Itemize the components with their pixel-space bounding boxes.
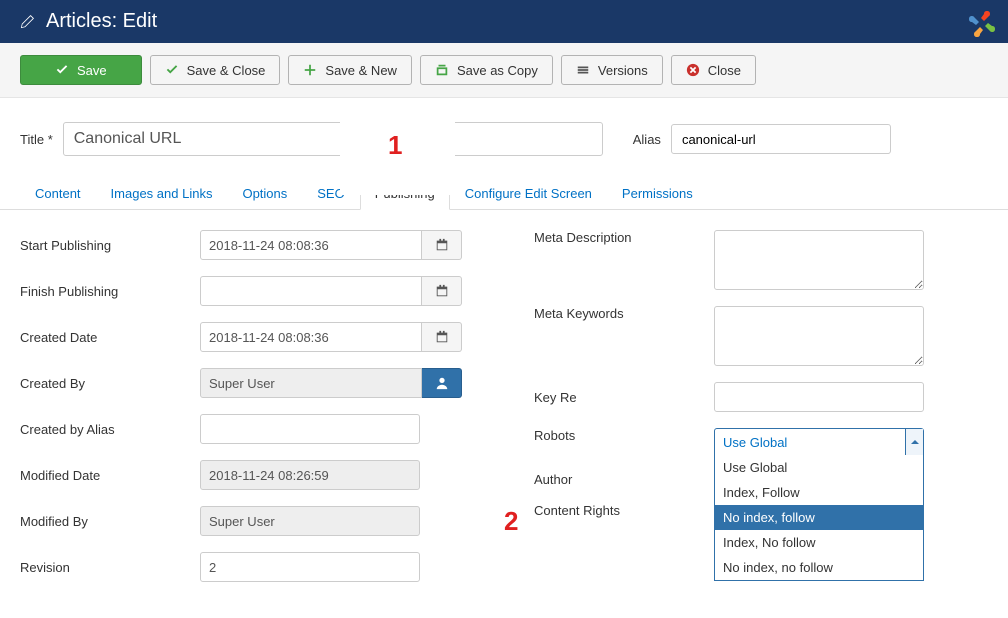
form-body: Start Publishing Finish Publishing Creat…	[0, 210, 1008, 618]
joomla-logo	[966, 8, 998, 40]
tab-content[interactable]: Content	[20, 177, 96, 210]
title-label: Title *	[20, 132, 53, 147]
robots-select[interactable]: Use Global Use Global Index, Follow No i…	[714, 428, 924, 456]
left-column: Start Publishing Finish Publishing Creat…	[20, 230, 474, 598]
alias-input[interactable]	[671, 124, 891, 154]
save-close-button[interactable]: Save & Close	[150, 55, 281, 85]
finish-publishing-label: Finish Publishing	[20, 284, 200, 299]
user-icon	[435, 376, 449, 390]
robots-option-1[interactable]: Index, Follow	[715, 480, 923, 505]
toolbar: Save Save & Close Save & New Save as Cop…	[0, 43, 1008, 98]
robots-label: Robots	[534, 428, 714, 443]
check-icon	[165, 63, 179, 77]
tab-configure[interactable]: Configure Edit Screen	[450, 177, 607, 210]
start-publishing-calendar[interactable]	[422, 230, 462, 260]
key-reference-label: Key Re	[534, 390, 714, 405]
created-by-alias-input[interactable]	[200, 414, 420, 444]
save-button[interactable]: Save	[20, 55, 142, 85]
calendar-icon	[435, 330, 449, 344]
title-row: Title * Alias	[0, 98, 1008, 168]
alias-label: Alias	[633, 132, 661, 147]
meta-description-label: Meta Description	[534, 230, 714, 245]
chevron-up-icon	[905, 429, 923, 455]
created-date-input[interactable]	[200, 322, 422, 352]
annotation-1: 1	[388, 130, 402, 161]
versions-icon	[576, 63, 590, 77]
revision-input[interactable]	[200, 552, 420, 582]
finish-publishing-calendar[interactable]	[422, 276, 462, 306]
key-reference-input[interactable]	[714, 382, 924, 412]
tab-images[interactable]: Images and Links	[96, 177, 228, 210]
start-publishing-input[interactable]	[200, 230, 422, 260]
robots-option-0[interactable]: Use Global	[715, 455, 923, 480]
annotation-2: 2	[504, 506, 518, 537]
created-by-input	[200, 368, 422, 398]
start-publishing-label: Start Publishing	[20, 238, 200, 253]
created-date-calendar[interactable]	[422, 322, 462, 352]
robots-option-2[interactable]: No index, follow	[715, 505, 923, 530]
modified-by-label: Modified By	[20, 514, 200, 529]
robots-selected: Use Global	[715, 435, 905, 450]
header-bar: Articles: Edit	[0, 0, 1008, 43]
robots-dropdown: Use Global Index, Follow No index, follo…	[714, 455, 924, 581]
calendar-icon	[435, 238, 449, 252]
meta-keywords-label: Meta Keywords	[534, 306, 714, 321]
title-input[interactable]	[63, 122, 603, 156]
meta-description-input[interactable]	[714, 230, 924, 290]
author-label: Author	[534, 472, 714, 487]
meta-keywords-input[interactable]	[714, 306, 924, 366]
created-by-alias-label: Created by Alias	[20, 422, 200, 437]
modified-date-label: Modified Date	[20, 468, 200, 483]
modified-date-input	[200, 460, 420, 490]
tabs: Content Images and Links Options SEO Pub…	[0, 176, 1008, 210]
pencil-icon	[20, 15, 34, 29]
save-copy-button[interactable]: Save as Copy	[420, 55, 553, 85]
robots-option-3[interactable]: Index, No follow	[715, 530, 923, 555]
created-by-label: Created By	[20, 376, 200, 391]
close-button[interactable]: Close	[671, 55, 756, 85]
tab-permissions[interactable]: Permissions	[607, 177, 708, 210]
calendar-icon	[435, 284, 449, 298]
robots-option-4[interactable]: No index, no follow	[715, 555, 923, 580]
finish-publishing-input[interactable]	[200, 276, 422, 306]
cancel-icon	[686, 63, 700, 77]
save-new-button[interactable]: Save & New	[288, 55, 412, 85]
modified-by-input	[200, 506, 420, 536]
plus-icon	[303, 63, 317, 77]
created-by-picker[interactable]	[422, 368, 462, 398]
page-title: Articles: Edit	[46, 10, 157, 33]
right-column: Meta Description Meta Keywords Key Re 2 …	[534, 230, 988, 598]
content-rights-label: Content Rights	[534, 503, 714, 518]
apply-icon	[55, 63, 69, 77]
created-date-label: Created Date	[20, 330, 200, 345]
revision-label: Revision	[20, 560, 200, 575]
copy-icon	[435, 63, 449, 77]
tab-options[interactable]: Options	[227, 177, 302, 210]
versions-button[interactable]: Versions	[561, 55, 663, 85]
